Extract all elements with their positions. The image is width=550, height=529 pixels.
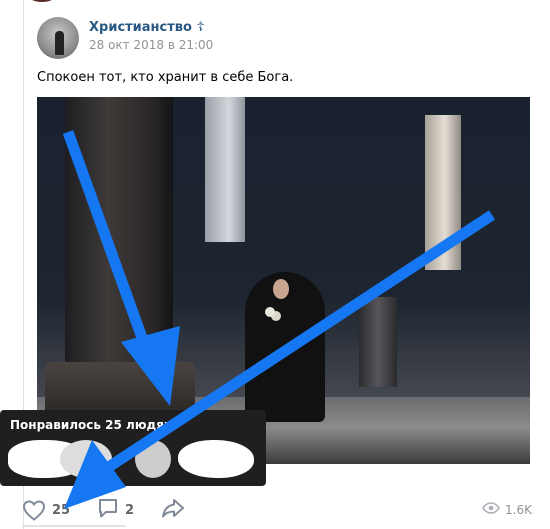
- liker-avatar[interactable]: [135, 440, 171, 478]
- likes-tooltip: Понравилось 25 людям: [0, 410, 266, 486]
- post-author[interactable]: Христианство ☦: [89, 20, 205, 35]
- previous-post-avatar[interactable]: [28, 0, 56, 2]
- heart-icon: [22, 499, 46, 521]
- photo-pillar-base: [45, 362, 195, 412]
- like-count: 25: [52, 502, 71, 518]
- comment-count: 2: [125, 502, 135, 518]
- post-date[interactable]: 28 окт 2018 в 21:00: [89, 38, 213, 52]
- views-counter: 1.6K: [482, 502, 532, 517]
- action-hover-underline: [22, 525, 126, 527]
- share-icon: [160, 497, 186, 523]
- post-photo[interactable]: [37, 97, 530, 464]
- photo-flower: [265, 307, 275, 317]
- community-avatar[interactable]: [37, 17, 79, 59]
- likes-tooltip-title[interactable]: Понравилось 25 людям: [10, 418, 174, 432]
- like-button[interactable]: 25: [22, 498, 70, 522]
- photo-pillar-small: [359, 297, 397, 387]
- post-text: Спокоен тот, кто хранит в себе Бога.: [37, 70, 294, 85]
- photo-pillar: [65, 97, 173, 367]
- photo-nun-face: [273, 279, 289, 299]
- liker-avatar[interactable]: [60, 440, 112, 478]
- comment-button[interactable]: 2: [97, 498, 134, 522]
- avatar-figure: [55, 31, 64, 55]
- views-count: 1.6K: [505, 502, 532, 517]
- photo-window-left: [205, 97, 245, 242]
- share-button[interactable]: [160, 498, 186, 522]
- eye-icon: [482, 502, 505, 517]
- photo-window-right: [425, 115, 461, 270]
- liker-avatar-redacted[interactable]: [178, 440, 254, 478]
- post-actions-bar: 25 2 1.6K: [0, 492, 550, 529]
- comment-icon: [97, 497, 119, 523]
